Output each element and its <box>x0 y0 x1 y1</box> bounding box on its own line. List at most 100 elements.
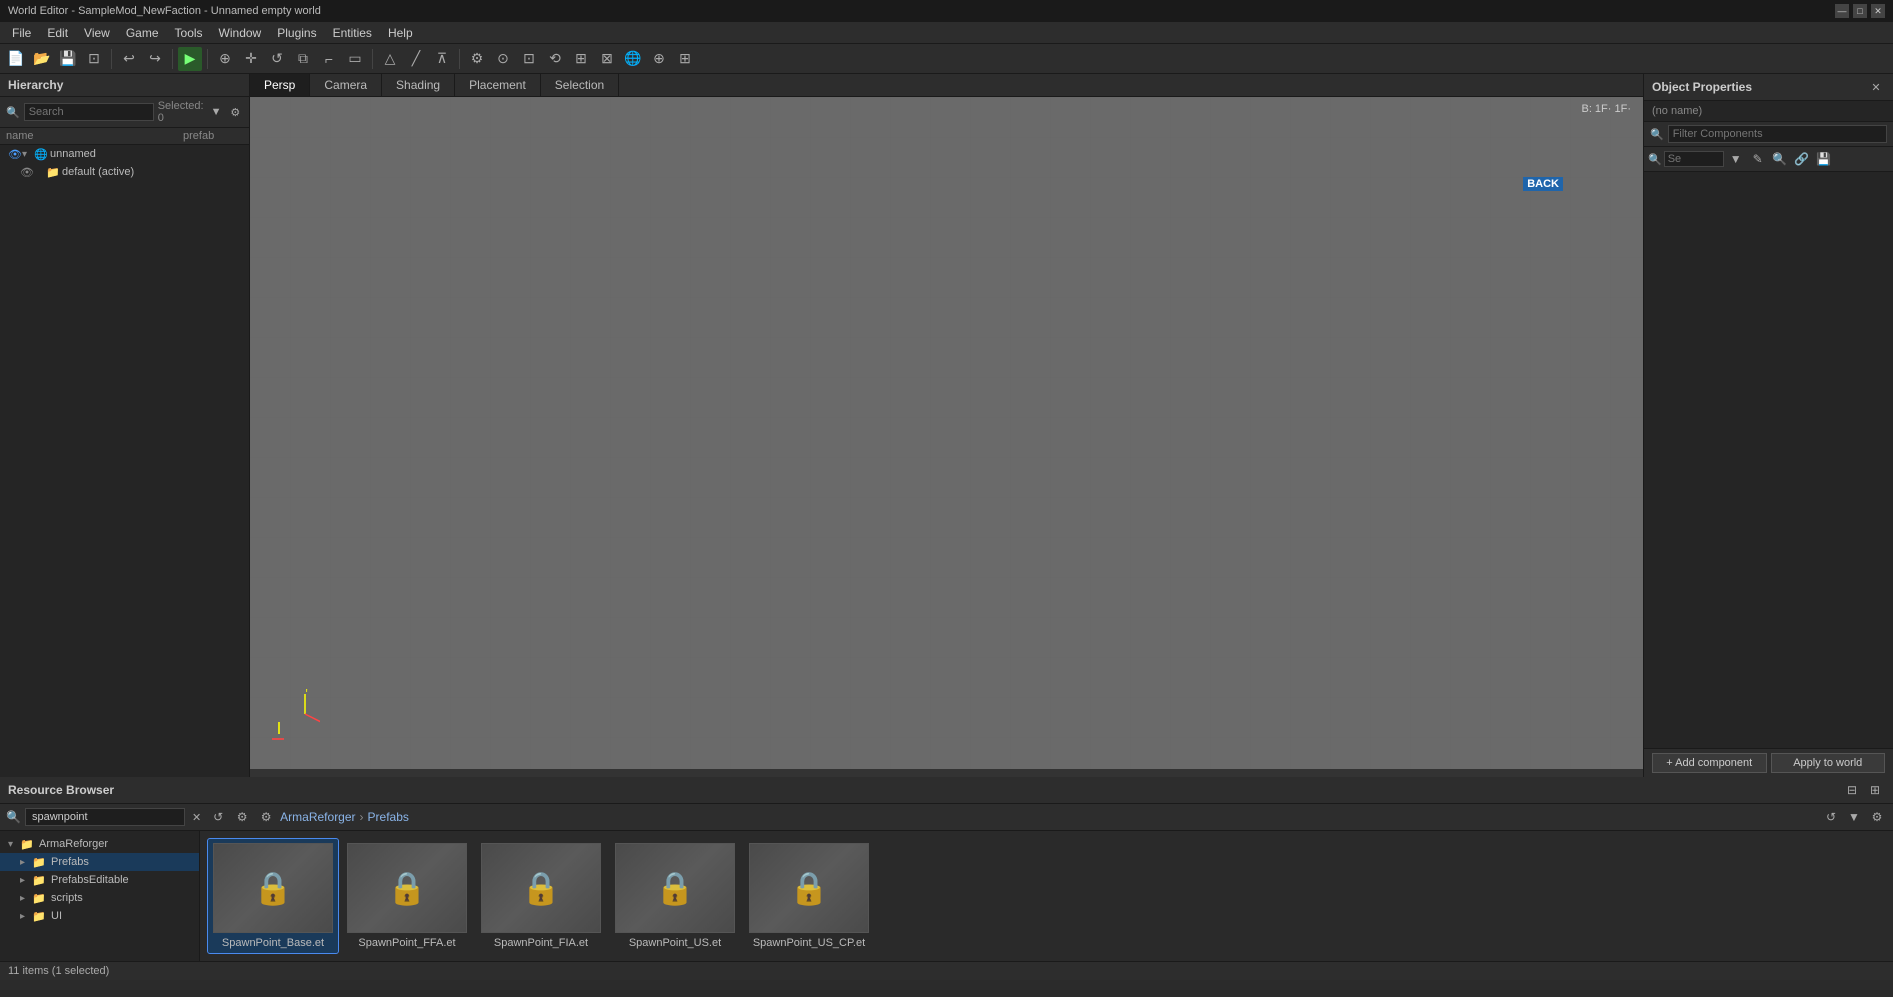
resource-minimize-button[interactable]: ⊟ <box>1842 780 1862 800</box>
expand-icon[interactable]: ▾ <box>22 149 34 160</box>
tab-selection[interactable]: Selection <box>541 74 619 96</box>
connect-button[interactable]: ⊞ <box>569 47 593 71</box>
list-item[interactable]: 🔒 SpawnPoint_US.et <box>610 839 740 953</box>
resource-refresh-button[interactable]: ↺ <box>208 807 228 827</box>
viewport-container: Persp Camera Shading Placement Selection… <box>250 74 1643 777</box>
tree-item-prefabs[interactable]: ▸ 📁 Prefabs <box>0 853 199 871</box>
eye-icon[interactable]: 👁 <box>8 148 22 161</box>
prop-save-button[interactable]: 💾 <box>1814 149 1834 169</box>
hierarchy-search-input[interactable] <box>24 103 154 121</box>
list-item[interactable]: 👁 ▸ 📁 default (active) <box>0 163 249 181</box>
map-button[interactable]: 🌐 <box>621 47 645 71</box>
menu-window[interactable]: Window <box>211 24 270 42</box>
prop-search2-button[interactable]: 🔍 <box>1770 149 1790 169</box>
resource-item-label: SpawnPoint_FIA.et <box>494 937 588 949</box>
terrain-button[interactable]: △ <box>378 47 402 71</box>
scale-button[interactable]: ⧉ <box>291 47 315 71</box>
close-button[interactable]: ✕ <box>1871 4 1885 18</box>
new-button[interactable]: 📄 <box>4 47 28 71</box>
resource-filter-button[interactable]: ▼ <box>1844 807 1864 827</box>
select-button[interactable]: ⊕ <box>213 47 237 71</box>
properties-search-input[interactable] <box>1664 151 1724 167</box>
menu-view[interactable]: View <box>76 24 118 42</box>
properties-close-button[interactable]: ✕ <box>1867 78 1885 96</box>
debug-button[interactable]: ⊡ <box>517 47 541 71</box>
prop-edit-button[interactable]: ✎ <box>1748 149 1768 169</box>
undo-button[interactable]: ↩ <box>117 47 141 71</box>
toolbar: 📄 📂 💾 ⊡ ↩ ↪ ▶ ⊕ ✛ ↺ ⧉ ⌐ ▭ △ ╱ ⊼ ⚙ ⊙ ⊡ ⟲ … <box>0 44 1893 74</box>
tab-shading[interactable]: Shading <box>382 74 455 96</box>
hierarchy-filter-button[interactable]: ▼ <box>208 103 223 121</box>
rotate-button[interactable]: ↺ <box>265 47 289 71</box>
breadcrumb-prefabs[interactable]: Prefabs <box>368 810 409 824</box>
add-component-button[interactable]: + Add component <box>1652 753 1767 773</box>
list-item[interactable]: 🔒 SpawnPoint_FIA.et <box>476 839 606 953</box>
resource-search-input[interactable] <box>25 808 185 826</box>
menu-game[interactable]: Game <box>118 24 167 42</box>
maximize-button[interactable]: □ <box>1853 4 1867 18</box>
play-button[interactable]: ▶ <box>178 47 202 71</box>
pivot-button[interactable]: ⌐ <box>317 47 341 71</box>
resource-toolbar: 🔍 ✕ ↺ ⚙ ⚙ ArmaReforger › Prefabs ↺ ▼ ⚙ <box>0 804 1893 831</box>
list-item[interactable]: 👁 ▾ 🌐 unnamed <box>0 145 249 163</box>
minimize-button[interactable]: — <box>1835 4 1849 18</box>
list-item[interactable]: 🔒 SpawnPoint_US_CP.et <box>744 839 874 953</box>
open-button[interactable]: 📂 <box>30 47 54 71</box>
breadcrumb-arma[interactable]: ArmaReforger <box>280 810 355 824</box>
hierarchy-selected-count: Selected: 0 <box>158 100 205 124</box>
hierarchy-settings-button[interactable]: ⚙ <box>228 103 243 121</box>
viewport-scrollbar[interactable] <box>250 769 1643 777</box>
resource-settings2-button[interactable]: ⚙ <box>256 807 276 827</box>
settings-button[interactable]: ⚙ <box>465 47 489 71</box>
reset-button[interactable]: ⟲ <box>543 47 567 71</box>
resource-settings1-button[interactable]: ⚙ <box>232 807 252 827</box>
tree-folder-icon: 📁 <box>32 874 48 887</box>
tab-persp[interactable]: Persp <box>250 74 310 96</box>
move-button[interactable]: ✛ <box>239 47 263 71</box>
window-controls: — □ ✕ <box>1835 4 1885 18</box>
tree-item-scripts[interactable]: ▸ 📁 scripts <box>0 889 199 907</box>
menu-plugins[interactable]: Plugins <box>269 24 324 42</box>
tree-expand-icon: ▸ <box>20 893 32 904</box>
resource-browser-header: Resource Browser ⊟ ⊞ <box>0 777 1893 804</box>
menu-tools[interactable]: Tools <box>167 24 211 42</box>
menu-entities[interactable]: Entities <box>325 24 380 42</box>
export-button[interactable]: ⊡ <box>82 47 106 71</box>
resource-grid-settings[interactable]: ⚙ <box>1867 807 1887 827</box>
tab-placement[interactable]: Placement <box>455 74 541 96</box>
waypoint-button[interactable]: ⊕ <box>647 47 671 71</box>
resource-item-label: SpawnPoint_US.et <box>629 937 721 949</box>
apply-to-world-button[interactable]: Apply to world <box>1771 753 1886 773</box>
disconnect-button[interactable]: ⊠ <box>595 47 619 71</box>
grass-button[interactable]: ⊼ <box>430 47 454 71</box>
resource-view-refresh[interactable]: ↺ <box>1821 807 1841 827</box>
resource-browser-footer: 11 items (1 selected) <box>0 961 1893 980</box>
list-item[interactable]: 🔒 SpawnPoint_FFA.et <box>342 839 472 953</box>
save-button[interactable]: 💾 <box>56 47 80 71</box>
list-item[interactable]: 🔒 SpawnPoint_Base.et <box>208 839 338 953</box>
paint-button[interactable]: ╱ <box>404 47 428 71</box>
tree-item-prefabseditable[interactable]: ▸ 📁 PrefabsEditable <box>0 871 199 889</box>
tree-expand-icon: ▸ <box>20 857 32 868</box>
prop-link-button[interactable]: 🔗 <box>1792 149 1812 169</box>
tab-camera[interactable]: Camera <box>310 74 382 96</box>
menu-edit[interactable]: Edit <box>39 24 76 42</box>
eye-icon[interactable]: 👁 <box>20 166 34 179</box>
tree-item-ui[interactable]: ▸ 📁 UI <box>0 907 199 925</box>
viewport[interactable]: B: 1F· 1F· BACK Y X <box>250 97 1643 769</box>
tree-item-armareforger[interactable]: ▾ 📁 ArmaReforger <box>0 835 199 853</box>
tree-item-label: PrefabsEditable <box>51 874 193 886</box>
resource-maximize-button[interactable]: ⊞ <box>1865 780 1885 800</box>
lighting-button[interactable]: ⊙ <box>491 47 515 71</box>
properties-filter-input[interactable] <box>1668 125 1887 143</box>
menu-file[interactable]: File <box>4 24 39 42</box>
prop-dropdown-button[interactable]: ▼ <box>1726 149 1746 169</box>
grid-button[interactable]: ⊞ <box>673 47 697 71</box>
resource-clear-button[interactable]: ✕ <box>189 811 204 824</box>
menu-help[interactable]: Help <box>380 24 421 42</box>
snap-button[interactable]: ▭ <box>343 47 367 71</box>
col-name-header: name <box>6 130 183 142</box>
resource-thumbnail: 🔒 <box>615 843 735 933</box>
prop-search-icon: 🔍 <box>1648 153 1662 166</box>
redo-button[interactable]: ↪ <box>143 47 167 71</box>
